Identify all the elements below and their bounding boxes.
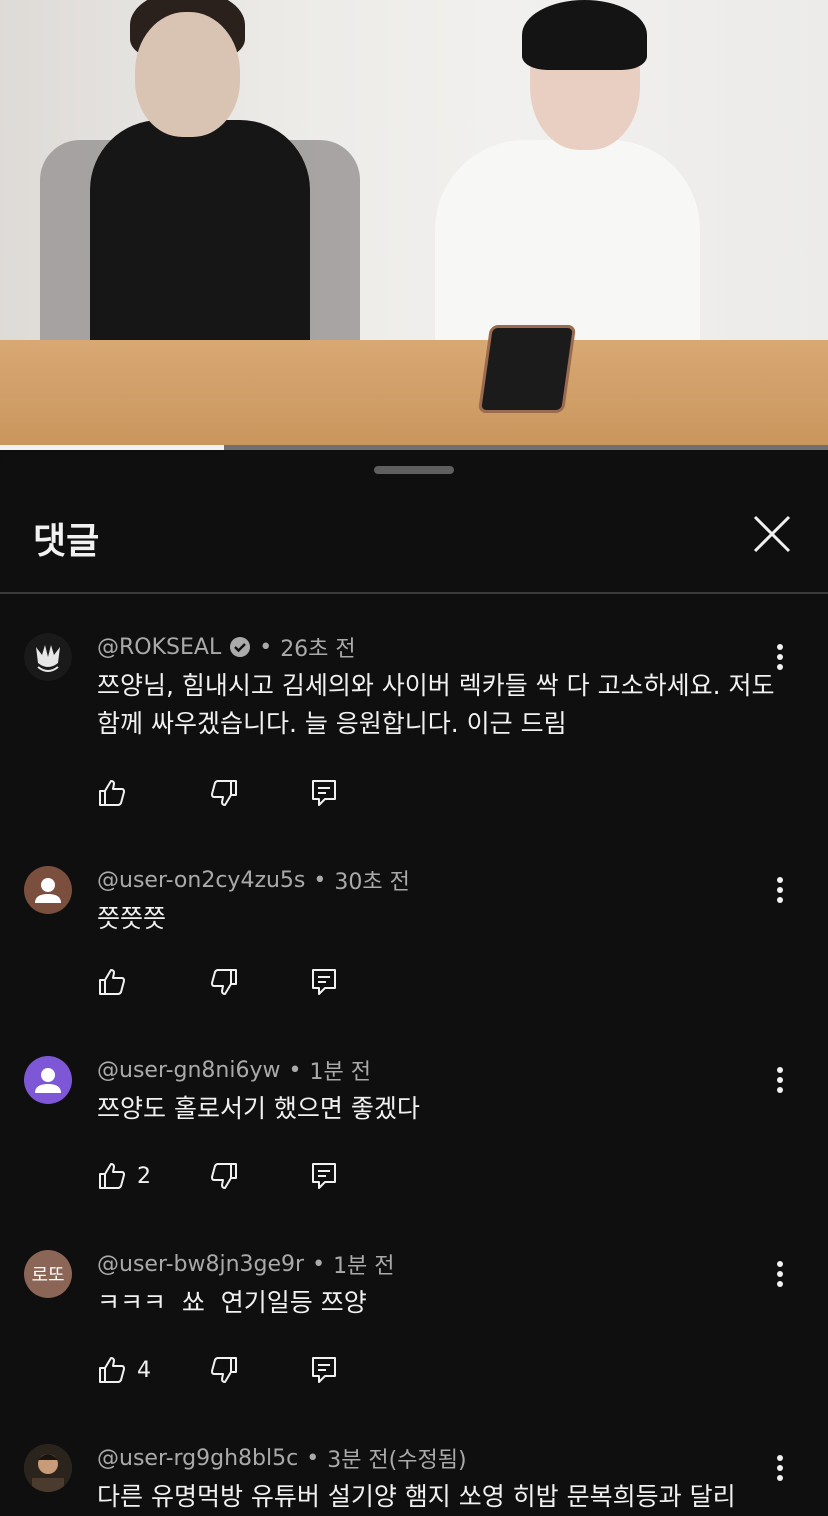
like-count: 4 [137,1357,151,1383]
comment-author[interactable]: @user-gn8ni6yw [97,1058,281,1083]
reply-icon [312,1357,336,1383]
comment-author[interactable]: @user-on2cy4zu5s [97,868,305,893]
default-user-icon [35,1068,61,1093]
reply-button[interactable] [309,967,339,997]
comment-author[interactable]: @user-bw8jn3ge9r [97,1252,304,1277]
comment-time: 1분 전 [309,1060,371,1085]
avatar[interactable] [24,866,72,914]
comment-time: 3분 전(수정됨) [327,1448,467,1473]
thumbs-up-icon [99,1357,125,1383]
comment-text: 쯔양님, 힘내시고 김세의와 사이버 렉카들 싹 다 고소하세요. 저도 함께 … [97,671,775,738]
reply-button[interactable] [309,1355,339,1385]
meta-separator: • [306,1445,320,1471]
video-player[interactable] [0,0,828,450]
reply-icon [312,969,336,995]
video-table [0,340,828,450]
reply-button[interactable] [309,1161,339,1191]
avatar-photo-icon [24,1444,72,1492]
drag-handle[interactable] [374,466,454,474]
thumbs-up-icon [99,780,125,806]
meta-separator: • [288,1057,302,1083]
comment-actions: 2 [97,1158,339,1194]
thumbs-up-icon [99,1163,125,1189]
comment-text: 다른 유명먹방 유튜버 설기양 햄지 쏘영 히밥 문복희등과 달리 [97,1482,736,1511]
comment-actions: 4 [97,1352,339,1388]
emblem-icon [24,633,72,681]
close-button[interactable] [752,514,792,554]
comment-meta: @user-bw8jn3ge9r • 1분 전 [97,1248,395,1280]
avatar[interactable] [24,1444,72,1492]
dislike-button[interactable] [209,967,309,997]
dislike-button[interactable] [209,778,309,808]
avatar[interactable] [24,633,72,681]
thumbs-down-icon [211,969,237,995]
reply-icon [312,1163,336,1189]
dislike-button[interactable] [209,1161,309,1191]
more-options-icon[interactable] [768,1450,792,1486]
like-count: 2 [137,1163,151,1189]
reply-button[interactable] [309,778,339,808]
verified-icon [230,637,251,657]
like-button[interactable]: 4 [97,1355,209,1385]
video-phone-on-table [477,325,577,413]
video-person-left-head [135,12,240,137]
comment-meta: @ROKSEAL • 26초 전 [97,631,356,663]
more-options-icon[interactable] [768,1256,792,1292]
comment-author[interactable]: @user-rg9gh8bl5c [97,1446,298,1471]
comment-meta: @user-gn8ni6yw • 1분 전 [97,1054,371,1086]
comment-author[interactable]: @ROKSEAL [97,635,221,660]
thumbs-down-icon [211,1163,237,1189]
more-options-icon[interactable] [768,1062,792,1098]
like-button[interactable]: 2 [97,1161,209,1191]
comment-time: 30초 전 [334,870,410,895]
more-options-icon[interactable] [768,639,792,675]
comment-meta: @user-on2cy4zu5s • 30초 전 [97,864,410,896]
header-divider [0,592,828,594]
thumbs-down-icon [211,780,237,806]
meta-separator: • [312,1251,326,1277]
comment-text: 쯔양도 홀로서기 했으면 좋겠다 [97,1094,420,1123]
comment-text: 쯧쯧쯧 [97,904,167,933]
comment-meta: @user-rg9gh8bl5c • 3분 전(수정됨) [97,1442,467,1474]
default-user-icon [35,878,61,903]
meta-separator: • [313,867,327,893]
comment-time: 26초 전 [280,637,356,662]
avatar-initials: 로또 [31,1265,65,1286]
like-button[interactable] [97,778,209,808]
comment-text: ㅋㅋㅋ 쑈 연기일등 쯔양 [97,1288,367,1317]
reply-icon [312,780,336,806]
thumbs-down-icon [211,1357,237,1383]
like-button[interactable] [97,967,209,997]
panel-title: 댓글 [33,521,100,562]
more-options-icon[interactable] [768,872,792,908]
dislike-button[interactable] [209,1355,309,1385]
comment-actions [97,775,339,811]
avatar[interactable] [24,1056,72,1104]
meta-separator: • [259,634,273,660]
comment-actions [97,964,339,1000]
thumbs-up-icon [99,969,125,995]
video-person-right-hair [522,0,647,70]
avatar[interactable]: 로또 [24,1250,72,1298]
close-icon [753,515,791,553]
comment-time: 1분 전 [333,1254,395,1279]
